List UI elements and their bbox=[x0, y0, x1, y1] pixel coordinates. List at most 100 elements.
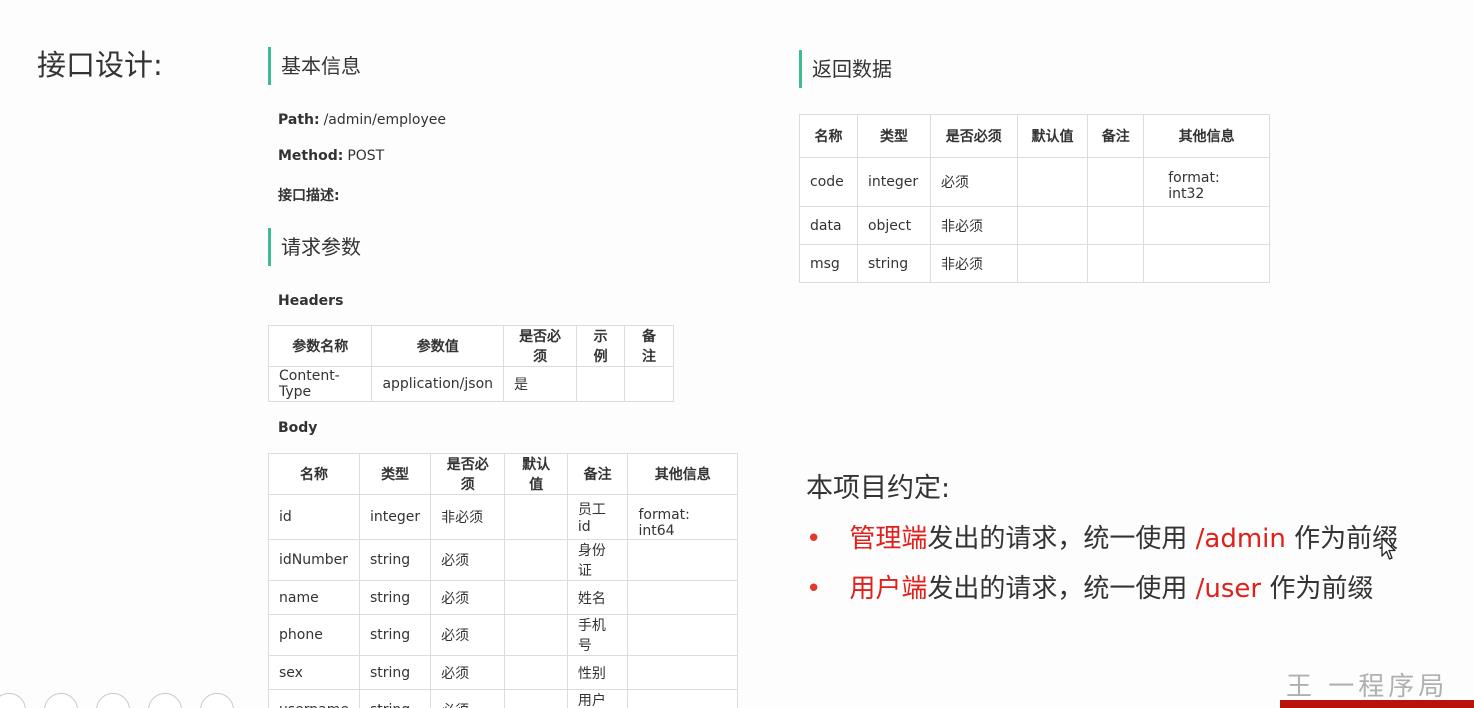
table-cell: integer bbox=[358, 494, 432, 540]
bullet-text: 发出的请求，统一使用 bbox=[927, 574, 1196, 604]
table-cell bbox=[627, 689, 738, 708]
table-cell: format: int32 bbox=[1143, 157, 1270, 207]
table-cell: 非必须 bbox=[430, 494, 506, 540]
convention-bullet-admin: • 管理端发出的请求，统一使用 /admin 作为前缀 bbox=[806, 518, 1398, 555]
table-cell: 必须 bbox=[929, 157, 1018, 207]
table-cell bbox=[504, 539, 568, 581]
table-cell: 必须 bbox=[430, 614, 506, 656]
table-cell: msg bbox=[799, 244, 858, 283]
table-row: data object 非必须 bbox=[799, 206, 1270, 245]
table-header-row: 参数名称 参数值 是否必须 示例 备注 bbox=[267, 325, 674, 367]
pen-icon[interactable] bbox=[44, 693, 78, 708]
bullet-dot: • bbox=[806, 524, 822, 554]
table-cell: string bbox=[358, 655, 432, 690]
table-cell bbox=[627, 539, 738, 581]
table-cell: 员工id bbox=[566, 494, 629, 540]
column-header: 参数值 bbox=[371, 325, 505, 367]
table-cell: 必须 bbox=[430, 689, 506, 708]
bullet-text: 作为前缀 bbox=[1261, 574, 1374, 604]
table-row: code integer 必须 format: int32 bbox=[799, 157, 1270, 207]
table-cell bbox=[1016, 244, 1089, 283]
table-cell bbox=[504, 494, 568, 540]
table-row: name string 必须 姓名 bbox=[268, 580, 738, 615]
desc-label: 接口描述: bbox=[278, 188, 340, 204]
column-header: 参数名称 bbox=[267, 325, 373, 367]
headers-table: 参数名称 参数值 是否必须 示例 备注 Content-Type applica… bbox=[267, 325, 674, 402]
table-cell: 非必须 bbox=[929, 244, 1018, 283]
circle-icon[interactable] bbox=[200, 693, 234, 708]
column-header: 其他信息 bbox=[627, 453, 738, 495]
desc-row: 接口描述: bbox=[278, 185, 340, 205]
table-cell: phone bbox=[268, 614, 360, 656]
table-cell: 必须 bbox=[430, 655, 506, 690]
watermark: 王 一程序局 bbox=[1286, 672, 1449, 702]
column-header: 名称 bbox=[799, 114, 858, 158]
table-cell bbox=[1016, 157, 1089, 207]
table-cell: string bbox=[856, 244, 931, 283]
table-cell: integer bbox=[856, 157, 931, 207]
user-side-highlight: 用户端 bbox=[849, 574, 928, 604]
table-header-row: 名称 类型 是否必须 默认值 备注 其他信息 bbox=[268, 453, 738, 495]
table-cell: string bbox=[358, 539, 432, 581]
table-cell bbox=[627, 580, 738, 615]
return-data-title: 返回数据 bbox=[799, 50, 892, 88]
table-cell: string bbox=[358, 614, 432, 656]
column-header: 是否必须 bbox=[503, 325, 578, 367]
column-header: 是否必须 bbox=[929, 114, 1018, 158]
page-title: 接口设计: bbox=[37, 48, 163, 82]
request-params-title: 请求参数 bbox=[268, 228, 361, 266]
table-cell: 必须 bbox=[430, 580, 506, 615]
circle-icon[interactable] bbox=[148, 693, 182, 708]
table-cell: id bbox=[268, 494, 360, 540]
headers-label: Headers bbox=[278, 293, 344, 309]
table-cell bbox=[1087, 157, 1145, 207]
table-row: sex string 必须 性别 bbox=[268, 655, 738, 690]
table-cell bbox=[504, 689, 568, 708]
method-row: Method: POST bbox=[278, 148, 384, 164]
table-cell: string bbox=[358, 580, 432, 615]
column-header: 默认值 bbox=[504, 453, 568, 495]
table-cell: string bbox=[358, 689, 432, 708]
table-cell: Content-Type bbox=[267, 366, 373, 402]
table-cell bbox=[1016, 206, 1089, 245]
column-header: 示例 bbox=[576, 325, 626, 367]
presentation-toolbar bbox=[0, 693, 234, 708]
column-header: 备注 bbox=[566, 453, 629, 495]
grid-icon[interactable] bbox=[96, 693, 130, 708]
column-header: 默认值 bbox=[1016, 114, 1089, 158]
column-header: 类型 bbox=[358, 453, 432, 495]
table-cell: sex bbox=[268, 655, 360, 690]
column-header: 类型 bbox=[856, 114, 931, 158]
red-strip bbox=[1280, 700, 1474, 708]
table-cell: 手机号 bbox=[566, 614, 629, 656]
body-table: 名称 类型 是否必须 默认值 备注 其他信息 id integer 非必须 员工… bbox=[268, 453, 738, 708]
column-header: 备注 bbox=[1087, 114, 1145, 158]
return-data-table: 名称 类型 是否必须 默认值 备注 其他信息 code integer 必须 f… bbox=[799, 114, 1270, 283]
table-cell bbox=[1087, 206, 1145, 245]
table-row: id integer 非必须 员工id format: int64 bbox=[268, 494, 738, 540]
path-label: Path: bbox=[278, 112, 320, 128]
table-row: Content-Type application/json 是 bbox=[267, 366, 674, 402]
circle-icon[interactable] bbox=[0, 693, 26, 708]
admin-side-highlight: 管理端 bbox=[849, 524, 928, 554]
table-cell bbox=[624, 366, 674, 402]
table-cell bbox=[504, 580, 568, 615]
table-cell: 是 bbox=[503, 366, 578, 402]
convention-bullet-user: • 用户端发出的请求，统一使用 /user 作为前缀 bbox=[806, 568, 1373, 605]
table-cell: 身份证 bbox=[566, 539, 629, 581]
table-cell: idNumber bbox=[268, 539, 360, 581]
column-header: 其他信息 bbox=[1143, 114, 1270, 158]
convention-title: 本项目约定: bbox=[806, 473, 951, 504]
column-header: 是否必须 bbox=[430, 453, 506, 495]
table-cell: format: int64 bbox=[627, 494, 738, 540]
table-cell bbox=[627, 614, 738, 656]
table-cell: code bbox=[799, 157, 858, 207]
table-cell bbox=[1143, 244, 1270, 283]
bullet-text: 发出的请求，统一使用 bbox=[927, 524, 1196, 554]
table-cell: 姓名 bbox=[566, 580, 629, 615]
table-cell bbox=[504, 614, 568, 656]
column-header: 名称 bbox=[268, 453, 360, 495]
table-row: msg string 非必须 bbox=[799, 244, 1270, 283]
method-value: POST bbox=[347, 148, 385, 164]
mouse-pointer-icon bbox=[1381, 537, 1396, 560]
